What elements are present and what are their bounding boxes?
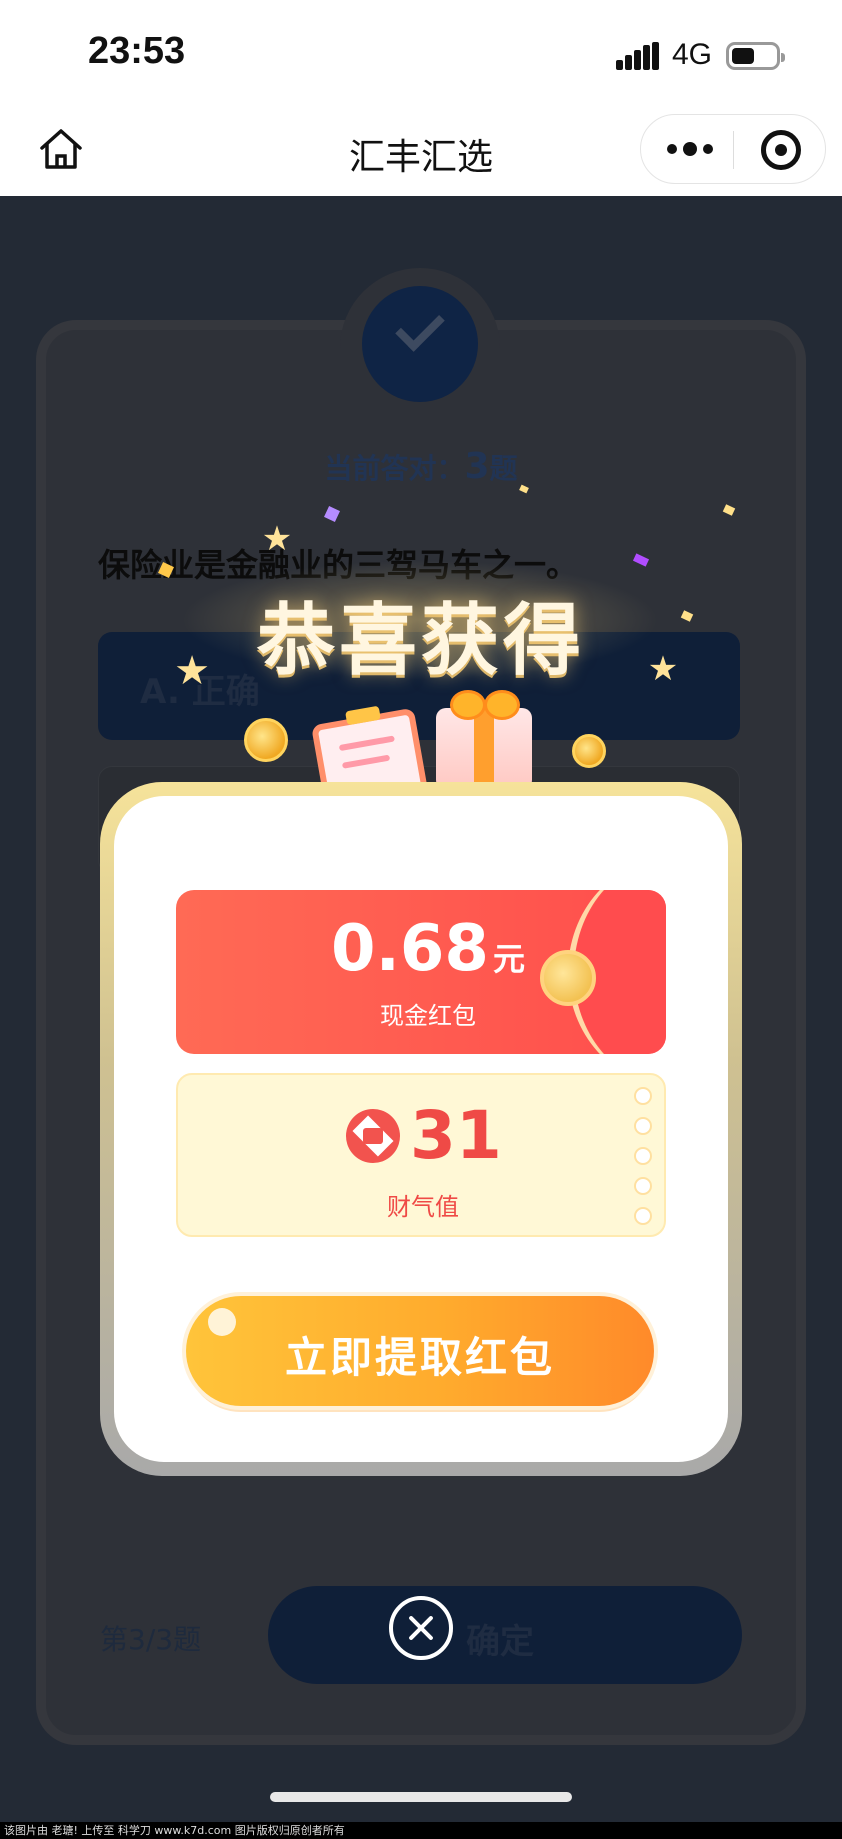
close-icon[interactable] [389, 1596, 453, 1660]
cash-amount: 0.68 [331, 912, 489, 986]
target-icon[interactable] [761, 130, 801, 170]
miniprogram-capsule [640, 114, 826, 184]
status-time: 23:53 [88, 30, 186, 72]
ticket-notch [634, 1147, 652, 1165]
status-bar: 23:53 4G [0, 0, 842, 108]
cash-red-packet-card: 0.68 元 现金红包 [176, 890, 666, 1054]
star-icon: ★ [647, 649, 679, 689]
hsbc-logo-icon [346, 1109, 400, 1163]
claim-label: 立即提取红包 [284, 1333, 555, 1382]
more-icon[interactable] [667, 139, 713, 159]
battery-icon [726, 42, 785, 70]
coin-icon [572, 734, 606, 768]
check-icon [395, 302, 445, 352]
capsule-divider [733, 131, 734, 169]
star-icon: ★ [174, 648, 210, 694]
network-label: 4G [672, 38, 713, 71]
nav-bar: 汇丰汇选 [0, 108, 842, 196]
luck-value-card: 31 财气值 [176, 1073, 666, 1237]
star-icon: ★ [261, 519, 293, 559]
coin-icon [540, 950, 596, 1006]
confirm-label: 确定 [466, 1622, 534, 1662]
gift-bow [450, 690, 522, 730]
score-prefix: 当前答对： [324, 452, 465, 485]
home-indicator [270, 1792, 572, 1802]
ticket-notch [634, 1117, 652, 1135]
signal-icon [616, 42, 659, 70]
confirm-button[interactable]: 确定 [268, 1586, 742, 1684]
watermark: 该图片由 老瑭! 上传至 科学刀 www.k7d.com 图片版权归原创者所有 [0, 1822, 842, 1839]
cash-unit: 元 [492, 940, 525, 978]
cash-amount-row: 0.68 元 [328, 912, 528, 992]
score-value: 3 [464, 446, 490, 487]
coin-icon [244, 718, 288, 762]
question-progress: 第3/3题 [100, 1623, 202, 1656]
score-suffix: 题 [489, 452, 518, 485]
score-line: 当前答对：3题 [0, 446, 842, 487]
luck-value: 31 [410, 1097, 502, 1174]
luck-label: 财气值 [387, 1193, 459, 1221]
claim-red-packet-button[interactable]: 立即提取红包 [186, 1296, 654, 1406]
congrats-title: 恭喜获得 [256, 596, 585, 686]
check-badge [362, 286, 478, 402]
ticket-notch [634, 1087, 652, 1105]
cash-label: 现金红包 [380, 1002, 476, 1030]
